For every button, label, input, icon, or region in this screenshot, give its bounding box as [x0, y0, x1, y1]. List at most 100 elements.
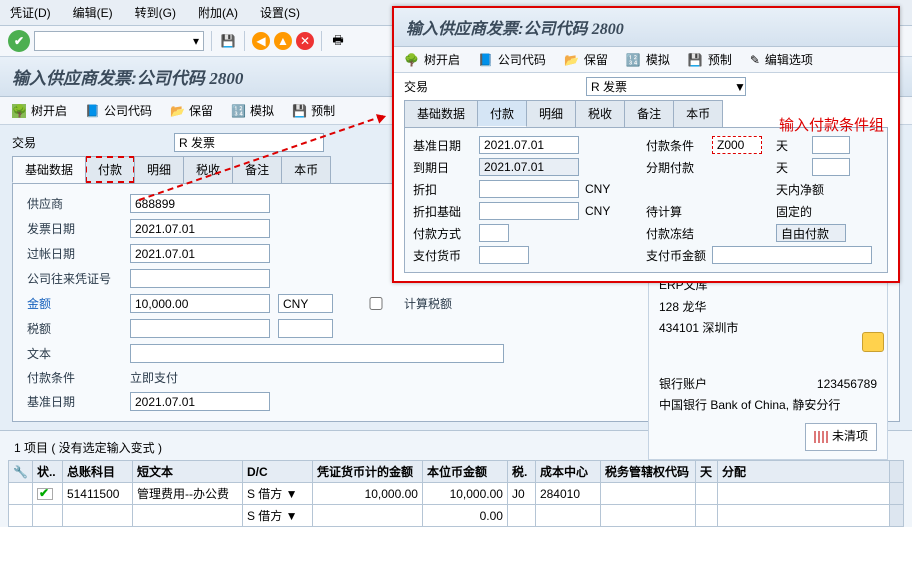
ov-days1[interactable]	[812, 136, 850, 154]
ov-basedate-lbl: 基准日期	[413, 137, 473, 154]
print-icon[interactable]: 🖶	[329, 32, 347, 50]
park-btn[interactable]: 💾预制	[292, 102, 335, 119]
postdate-lbl: 过帐日期	[27, 245, 122, 262]
col-docamt[interactable]: 凭证货币计的金额	[312, 461, 422, 483]
ov-payamt-lbl: 支付币金额	[646, 247, 706, 264]
tree-toggle[interactable]: 🌳树开启	[12, 102, 67, 119]
ov-trx[interactable]	[586, 77, 746, 96]
col-cc[interactable]: 成本中心	[535, 461, 600, 483]
ov-park[interactable]: 💾预制	[688, 51, 732, 68]
bank-acct: 123456789	[817, 374, 877, 396]
ov-payblock-lbl: 付款冻结	[646, 225, 706, 242]
ov-tab-tax[interactable]: 税收	[575, 100, 625, 127]
ov-inst-lbl: 分期付款	[646, 159, 706, 176]
ov-company[interactable]: 📘公司代码	[478, 51, 546, 68]
ov-tab-basic[interactable]: 基础数据	[404, 100, 478, 127]
payterm-val: 立即支付	[130, 369, 504, 386]
back-icon[interactable]: ◀	[252, 32, 270, 50]
ov-pending: 待计算	[646, 203, 706, 220]
ov-sim[interactable]: 🔢模拟	[626, 51, 670, 68]
ov-tab-payment[interactable]: 付款	[477, 100, 527, 127]
tab-basic[interactable]: 基础数据	[12, 156, 86, 183]
status-ok-icon	[37, 488, 53, 500]
ov-payamt[interactable]	[712, 246, 872, 264]
bars-icon	[814, 431, 828, 443]
ov-disc-lbl: 折扣	[413, 181, 473, 198]
trx-label: 交易	[12, 134, 52, 151]
ov-paymethod[interactable]	[479, 224, 509, 242]
col-dc[interactable]: D/C	[242, 461, 312, 483]
ov-tab-local[interactable]: 本币	[673, 100, 723, 127]
annotation-text: 输入付款条件组	[779, 114, 884, 135]
hold-btn[interactable]: 📂保留	[170, 102, 213, 119]
exit-icon[interactable]: ▲	[274, 32, 292, 50]
col-tax[interactable]: 税.	[507, 461, 535, 483]
open-items-btn[interactable]: 未清项	[805, 423, 877, 451]
lineitem-table: 🔧 状.. 总账科目 短文本 D/C 凭证货币计的金额 本位币金额 税. 成本中…	[8, 460, 904, 527]
col-scroll[interactable]	[890, 461, 904, 483]
tab-local[interactable]: 本币	[281, 156, 331, 183]
ov-hold[interactable]: 📂保留	[564, 51, 608, 68]
cancel-icon[interactable]: ✕	[296, 32, 314, 50]
text-field[interactable]	[130, 344, 504, 363]
amount-field[interactable]	[130, 294, 270, 313]
taxamt-field[interactable]	[130, 319, 270, 338]
ov-basedate[interactable]	[479, 136, 579, 154]
calctax-lbl: 计算税额	[404, 295, 504, 312]
ov-tree[interactable]: 🌳树开启	[404, 51, 460, 68]
taxcode-field[interactable]	[278, 319, 333, 338]
ov-cny2: CNY	[585, 204, 640, 218]
ov-editopt[interactable]: ✎编辑选项	[750, 51, 813, 68]
ov-disc[interactable]	[479, 180, 579, 198]
ov-cny1: CNY	[585, 182, 640, 196]
addr2: 434101 深圳市	[659, 318, 877, 340]
vendor-info-panel: ERP文库 128 龙华 434101 深圳市 银行账户123456789 中国…	[648, 266, 888, 460]
calctax-check[interactable]	[356, 297, 396, 310]
col-status[interactable]: 状..	[32, 461, 62, 483]
ov-tab-detail[interactable]: 明细	[526, 100, 576, 127]
col-short[interactable]: 短文本	[132, 461, 242, 483]
table-row[interactable]: 51411500 管理费用--办公费 S 借方 ▼ 10,000.00 10,0…	[9, 483, 904, 505]
overlay-title: 输入供应商发票:公司代码 2800	[394, 8, 898, 47]
tab-detail[interactable]: 明细	[134, 156, 184, 183]
display-vendor-btn[interactable]	[862, 332, 884, 352]
ov-days2[interactable]	[812, 158, 850, 176]
menu-voucher[interactable]: 凭证(D)	[10, 4, 51, 21]
menu-settings[interactable]: 设置(S)	[260, 4, 300, 21]
command-field[interactable]: ▾	[34, 31, 204, 51]
postdate-field[interactable]	[130, 244, 270, 263]
col-localamt[interactable]: 本位币金额	[422, 461, 507, 483]
ov-discbase[interactable]	[479, 202, 579, 220]
menu-additional[interactable]: 附加(A)	[198, 4, 238, 21]
docno-field[interactable]	[130, 269, 270, 288]
curr-field[interactable]	[278, 294, 333, 313]
ov-fixed-lbl: 固定的	[776, 203, 872, 220]
amount-lbl: 金额	[27, 295, 122, 312]
simulate-btn[interactable]: 🔢模拟	[231, 102, 274, 119]
save-icon[interactable]: 💾	[219, 32, 237, 50]
col-wt[interactable]: 天	[695, 461, 717, 483]
bank-lbl: 银行账户	[659, 374, 707, 396]
text-lbl: 文本	[27, 345, 122, 362]
col-gl[interactable]: 总账科目	[62, 461, 132, 483]
ov-payterm[interactable]	[712, 136, 762, 154]
addr1: 128 龙华	[659, 297, 877, 319]
col-jur[interactable]: 税务管辖权代码	[600, 461, 695, 483]
payterm-lbl: 付款条件	[27, 369, 122, 386]
ov-payblock[interactable]	[776, 224, 846, 242]
ov-tab-remark[interactable]: 备注	[624, 100, 674, 127]
ov-paycurr[interactable]	[479, 246, 529, 264]
basedate-field[interactable]	[130, 392, 270, 411]
ok-button[interactable]: ✔	[8, 30, 30, 52]
ov-days-lbl2: 天	[776, 159, 806, 176]
menu-goto[interactable]: 转到(G)	[135, 4, 176, 21]
col-assign[interactable]: 分配	[717, 461, 889, 483]
tab-payment[interactable]: 付款	[85, 156, 135, 183]
table-row[interactable]: S 借方 ▼ 0.00	[9, 505, 904, 527]
ov-duedate	[479, 158, 579, 176]
company-code-btn[interactable]: 📘公司代码	[85, 102, 152, 119]
menu-edit[interactable]: 编辑(E)	[73, 4, 113, 21]
invdate-field[interactable]	[130, 219, 270, 238]
bank-name: 中国银行 Bank of China, 静安分行	[659, 395, 877, 417]
col-sel[interactable]: 🔧	[9, 461, 33, 483]
